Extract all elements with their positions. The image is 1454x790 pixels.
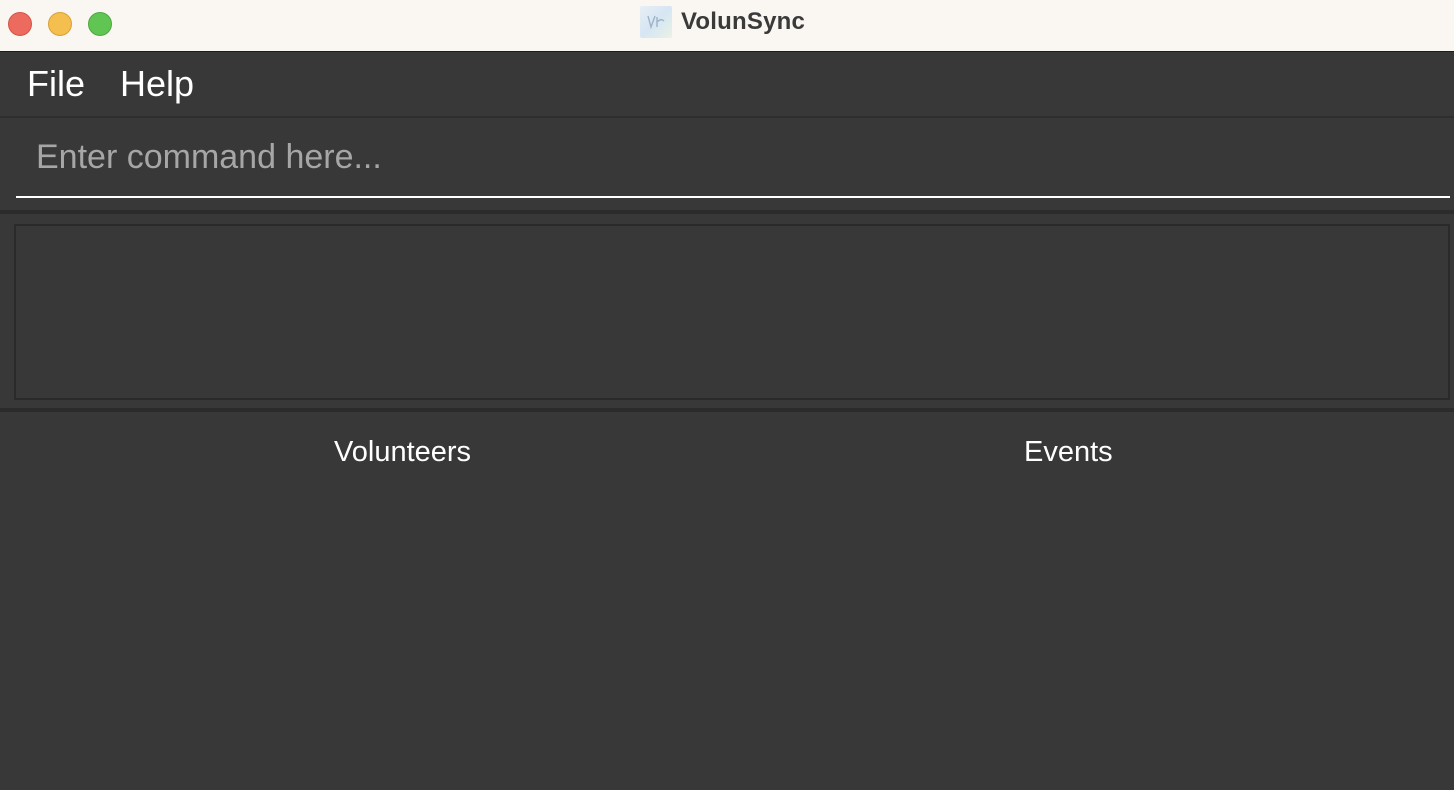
lists-panel: Volunteers Events [0,412,1454,790]
window-title: VolunSync [681,8,806,35]
zoom-window-button[interactable] [88,12,112,36]
menu-bar: File Help [0,52,1454,118]
menu-file[interactable]: File [27,64,85,104]
events-list-title: Events [1024,436,1113,468]
app-window: VolunSync File Help Volunteers Events [0,0,1454,790]
events-list[interactable] [730,482,1440,782]
window-title-group: VolunSync [640,6,805,38]
title-bar[interactable]: VolunSync [0,0,1454,52]
result-display-container [0,214,1454,412]
logo-glyph-icon [647,15,665,30]
result-display[interactable] [14,224,1450,400]
command-input[interactable] [16,118,1450,198]
menu-help[interactable]: Help [120,64,194,104]
minimize-window-button[interactable] [48,12,72,36]
volunteers-list[interactable] [14,482,724,782]
close-window-button[interactable] [8,12,32,36]
volunteers-list-title: Volunteers [334,436,472,468]
command-box-container [0,118,1454,214]
volunsync-logo-icon [640,6,672,38]
